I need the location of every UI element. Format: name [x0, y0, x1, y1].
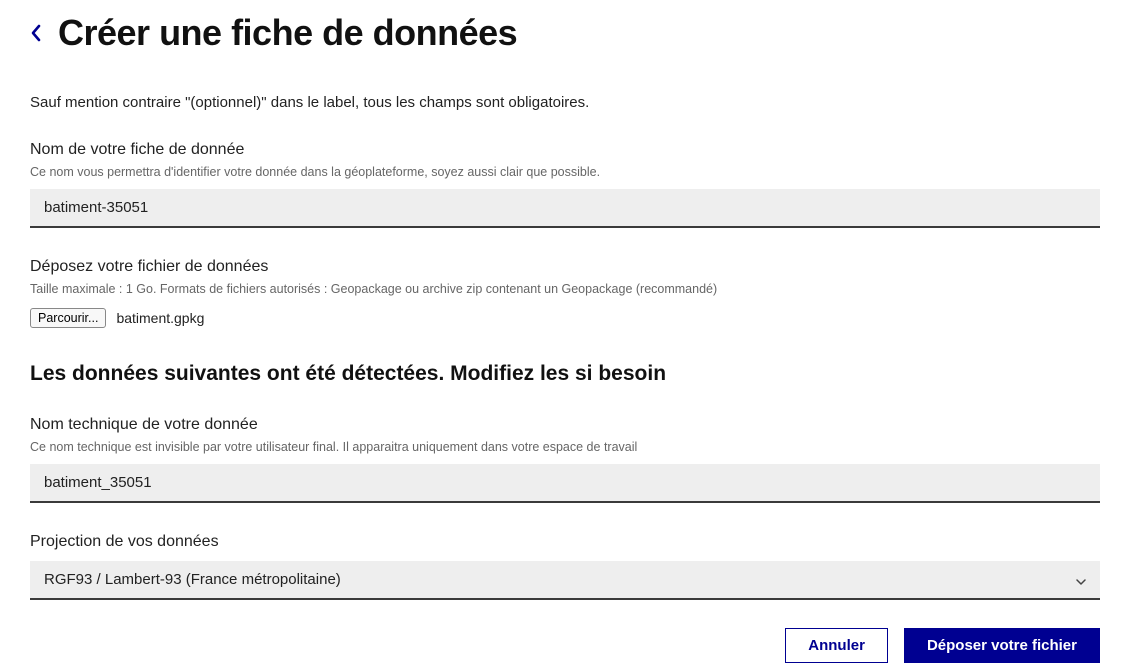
file-field-hint: Taille maximale : 1 Go. Formats de fichi… [30, 282, 1100, 296]
cancel-button[interactable]: Annuler [785, 628, 888, 663]
browse-button[interactable]: Parcourir... [30, 308, 106, 328]
projection-field-label: Projection de vos données [30, 533, 1100, 551]
submit-button[interactable]: Déposer votre fichier [904, 628, 1100, 663]
footer-buttons: Annuler Déposer votre fichier [30, 628, 1100, 663]
projection-field: Projection de vos données RGF93 / Lamber… [30, 533, 1100, 600]
name-input[interactable] [30, 189, 1100, 228]
name-field-hint: Ce nom vous permettra d'identifier votre… [30, 165, 1100, 179]
file-field: Déposez votre fichier de données Taille … [30, 258, 1100, 328]
tech-name-field: Nom technique de votre donnée Ce nom tec… [30, 416, 1100, 503]
tech-name-field-hint: Ce nom technique est invisible par votre… [30, 440, 1100, 454]
projection-select[interactable]: RGF93 / Lambert-93 (France métropolitain… [30, 561, 1100, 600]
back-arrow-icon[interactable] [30, 18, 42, 48]
tech-name-field-label: Nom technique de votre donnée [30, 416, 1100, 434]
tech-name-input[interactable] [30, 464, 1100, 503]
name-field: Nom de votre fiche de donnée Ce nom vous… [30, 141, 1100, 228]
page-header: Créer une fiche de données [30, 12, 1100, 54]
page-title: Créer une fiche de données [58, 12, 517, 54]
intro-text: Sauf mention contraire "(optionnel)" dan… [30, 94, 1100, 111]
detected-section-title: Les données suivantes ont été détectées.… [30, 362, 1100, 386]
selected-filename: batiment.gpkg [116, 310, 204, 326]
file-field-label: Déposez votre fichier de données [30, 258, 1100, 276]
name-field-label: Nom de votre fiche de donnée [30, 141, 1100, 159]
